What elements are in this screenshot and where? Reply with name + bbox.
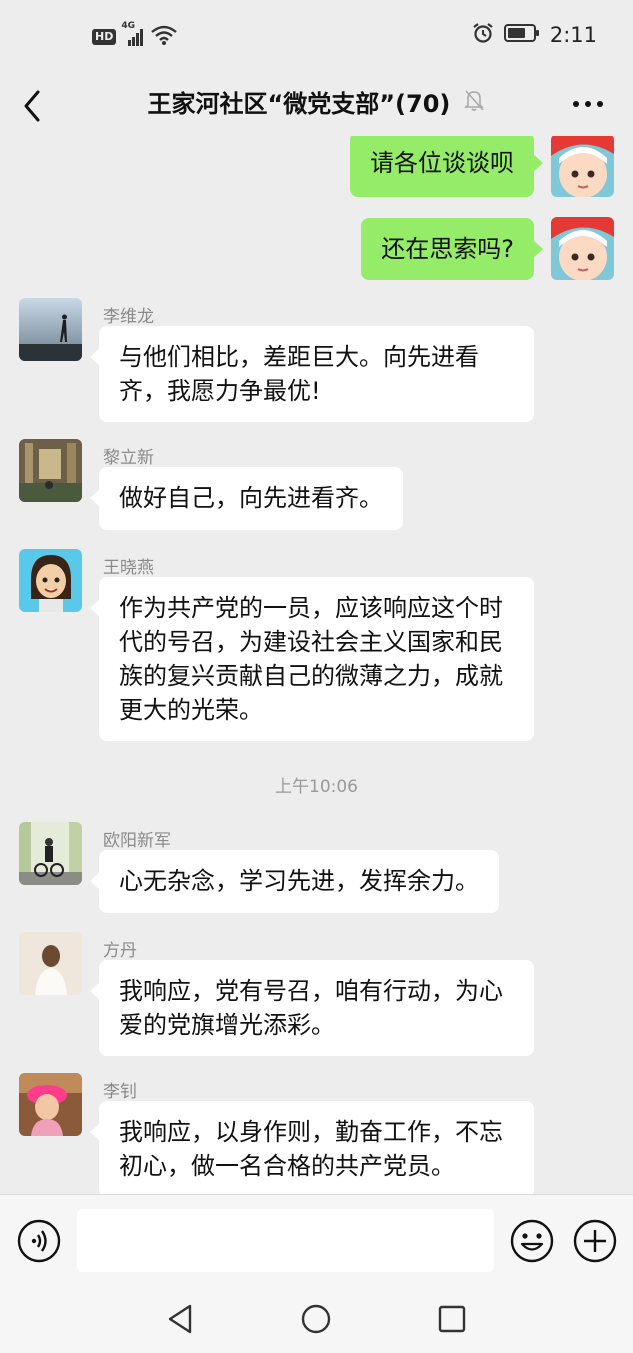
message-text: 心无杂念，学习先进，发挥余力。 [119, 867, 479, 895]
message-timestamp: 上午10:06 [275, 777, 358, 797]
my-avatar[interactable] [551, 217, 614, 280]
sender-avatar[interactable] [19, 439, 82, 502]
plus-icon [573, 1219, 617, 1263]
nav-home-button[interactable] [299, 1302, 333, 1336]
nav-recent-button[interactable] [435, 1302, 469, 1336]
sender-avatar[interactable] [19, 932, 82, 995]
sender-avatar[interactable] [19, 298, 82, 361]
title-wrap: 王家河社区“微党支部”(70) [0, 84, 633, 119]
my-avatar[interactable] [551, 136, 614, 197]
incoming-message[interactable]: 我响应，以身作则，勤奋工作，不忘初心，做一名合格的共产党员。 [90, 1101, 534, 1194]
system-nav-bar [0, 1286, 633, 1353]
sender-avatar[interactable] [19, 1073, 82, 1136]
outgoing-message[interactable]: 请各位谈谈呗 [350, 136, 543, 197]
chat-title: 王家河社区“微党支部”(70) [147, 90, 451, 118]
voice-icon [17, 1219, 61, 1263]
sender-avatar[interactable] [19, 822, 82, 885]
signal-icon: 4G [121, 21, 144, 47]
nav-recent-icon [438, 1305, 466, 1333]
incoming-message[interactable]: 我响应，党有号召，咱有行动，为心爱的党旗增光添彩。 [90, 960, 534, 1056]
chat-area[interactable]: 请各位谈谈呗 还在思索吗? 李维龙 与他们相比，差距巨大。向先进看齐，我愿力争最… [0, 136, 633, 1194]
battery-icon [503, 23, 540, 47]
input-bar [0, 1194, 633, 1286]
status-time: 2:11 [549, 23, 597, 47]
message-text: 我响应，以身作则，勤奋工作，不忘初心，做一名合格的共产党员。 [119, 1118, 503, 1180]
wifi-icon [150, 24, 178, 50]
sender-name: 方丹 [103, 941, 137, 961]
message-text: 作为共产党的一员，应该响应这个时代的号召，为建设社会主义国家和民族的复兴贡献自己… [119, 594, 503, 724]
nav-back-icon [168, 1304, 192, 1334]
message-text: 请各位谈谈呗 [370, 149, 514, 177]
hd-badge: HD [92, 29, 117, 45]
sender-avatar[interactable] [19, 549, 82, 612]
emoji-button[interactable] [510, 1219, 554, 1263]
more-options-button[interactable] [571, 92, 605, 116]
chat-header: 王家河社区“微党支部”(70) [0, 72, 633, 136]
more-actions-button[interactable] [573, 1219, 617, 1263]
emoji-icon [510, 1219, 554, 1263]
sender-name: 欧阳新军 [103, 831, 171, 851]
incoming-message[interactable]: 作为共产党的一员，应该响应这个时代的号召，为建设社会主义国家和民族的复兴贡献自己… [90, 577, 534, 741]
incoming-message[interactable]: 做好自己，向先进看齐。 [90, 467, 403, 530]
status-bar: HD 4G 2:11 [0, 0, 633, 72]
status-right: 2:11 [472, 22, 597, 48]
message-text: 与他们相比，差距巨大。向先进看齐，我愿力争最优! [119, 343, 479, 405]
voice-button[interactable] [17, 1219, 61, 1263]
message-text: 做好自己，向先进看齐。 [119, 484, 383, 512]
alarm-icon [472, 22, 494, 48]
nav-home-icon [301, 1304, 331, 1334]
nav-back-button[interactable] [164, 1302, 198, 1336]
incoming-message[interactable]: 心无杂念，学习先进，发挥余力。 [90, 850, 499, 913]
sender-name: 黎立新 [103, 448, 154, 468]
outgoing-message[interactable]: 还在思索吗? [361, 218, 543, 280]
sender-name: 李维龙 [103, 307, 154, 327]
message-text: 我响应，党有号召，咱有行动，为心爱的党旗增光添彩。 [119, 977, 503, 1039]
incoming-message[interactable]: 与他们相比，差距巨大。向先进看齐，我愿力争最优! [90, 326, 534, 422]
message-input[interactable] [77, 1209, 494, 1272]
sender-name: 李钊 [103, 1082, 137, 1102]
status-left: HD 4G [92, 21, 178, 50]
more-dots-icon [573, 101, 603, 107]
bell-muted-icon [463, 88, 485, 116]
sender-name: 王晓燕 [103, 558, 154, 578]
network-label: 4G [121, 21, 135, 31]
message-text: 还在思索吗? [381, 235, 514, 263]
